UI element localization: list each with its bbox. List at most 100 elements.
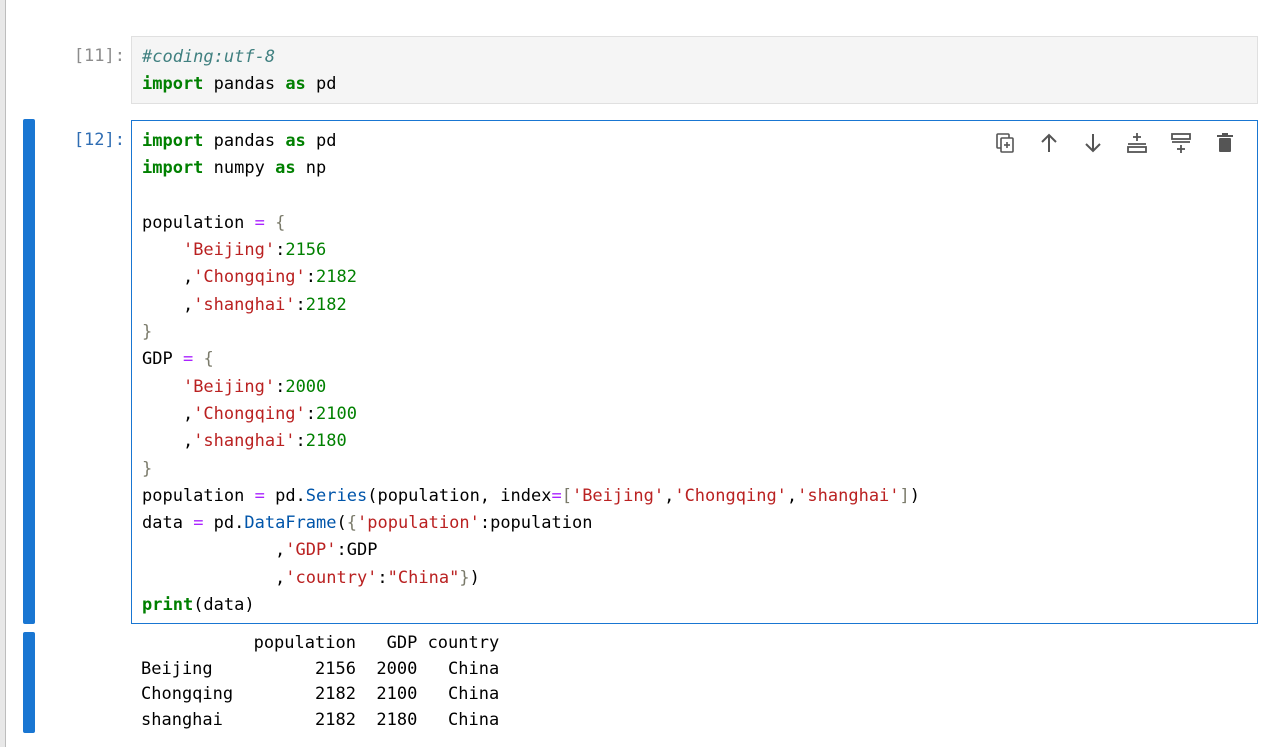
arrow-up-icon bbox=[1041, 133, 1057, 152]
code-token: pandas bbox=[203, 131, 286, 151]
notebook-cell-12[interactable]: [12]: import pandas as pd import numpy a… bbox=[0, 119, 1271, 733]
code-token: , bbox=[142, 540, 286, 561]
code-token: 'Chongqing' bbox=[193, 267, 306, 288]
code-token: 2182 bbox=[316, 267, 357, 288]
code-token: , bbox=[142, 294, 194, 315]
code-token: np bbox=[295, 158, 327, 179]
code-token: = bbox=[254, 485, 265, 506]
code-token: :GDP bbox=[336, 540, 378, 561]
code-token: 2182 bbox=[305, 294, 347, 315]
code-line: ,'country':"China"}) bbox=[142, 568, 480, 588]
insert-below-button[interactable] bbox=[1163, 129, 1199, 157]
move-down-button[interactable] bbox=[1075, 129, 1111, 157]
code-token: pd. bbox=[203, 513, 245, 534]
code-line: population = { bbox=[142, 213, 285, 233]
output-collapser[interactable] bbox=[23, 632, 35, 733]
code-line: ,'GDP':GDP bbox=[142, 540, 377, 560]
insert-above-icon bbox=[1127, 133, 1147, 153]
code-token: 'Beijing' bbox=[571, 485, 665, 506]
code-line: ,'Chongqing':2182 bbox=[142, 267, 357, 287]
code-token: } bbox=[142, 458, 153, 479]
code-line: import pandas as pd bbox=[142, 131, 337, 151]
code-token: 'Chongqing' bbox=[193, 403, 306, 424]
code-token: :population bbox=[479, 513, 593, 534]
move-up-button[interactable] bbox=[1031, 129, 1067, 157]
code-token: (data) bbox=[193, 595, 255, 616]
trash-icon bbox=[1217, 133, 1233, 152]
code-token: 2000 bbox=[285, 376, 327, 397]
code-token: , bbox=[142, 431, 194, 452]
code-token: 'shanghai' bbox=[797, 485, 900, 506]
duplicate-cell-button[interactable] bbox=[987, 129, 1023, 157]
code-token: , bbox=[142, 267, 194, 288]
cell-output: population GDP country Beijing 2156 2000… bbox=[131, 631, 509, 733]
code-token: , bbox=[786, 485, 798, 506]
output-line: Beijing 2156 2000 China bbox=[141, 658, 500, 679]
code-token: = bbox=[254, 212, 265, 233]
input-collapser[interactable] bbox=[23, 119, 35, 624]
code-token: 'Beijing' bbox=[182, 376, 276, 397]
code-token: = bbox=[182, 349, 194, 370]
code-token: ] bbox=[899, 485, 910, 506]
code-token: , bbox=[142, 567, 286, 588]
code-line: GDP = { bbox=[142, 349, 214, 369]
code-token: = bbox=[551, 485, 562, 506]
code-content[interactable]: #coding:utf-8 import pandas as pd bbox=[132, 37, 1257, 106]
code-token: 'country' bbox=[285, 567, 378, 588]
code-token: { bbox=[275, 212, 286, 233]
code-token: (population, index bbox=[367, 485, 552, 506]
code-token: : bbox=[305, 267, 317, 288]
code-editor[interactable]: import pandas as pd import numpy as np p… bbox=[131, 120, 1258, 624]
insert-below-icon bbox=[1171, 133, 1191, 153]
code-token: 'Beijing' bbox=[182, 240, 276, 261]
code-token: pd bbox=[305, 131, 337, 151]
code-token: DataFrame bbox=[244, 513, 337, 534]
code-line: print(data) bbox=[142, 595, 255, 615]
code-line: } bbox=[142, 459, 152, 479]
output-line: Chongqing 2182 2100 China bbox=[141, 684, 500, 704]
code-line: } bbox=[142, 322, 152, 342]
code-token: data bbox=[142, 513, 194, 534]
code-token: #coding:utf-8 bbox=[142, 47, 276, 67]
code-token: = bbox=[193, 513, 204, 534]
code-line: 'Beijing':2000 bbox=[142, 377, 326, 397]
code-token: 2100 bbox=[316, 403, 357, 424]
code-token: import bbox=[142, 158, 204, 179]
code-token: } bbox=[142, 322, 153, 343]
code-line: ,'shanghai':2182 bbox=[142, 295, 347, 315]
cell-prompt: [12]: bbox=[73, 130, 125, 150]
code-token: : bbox=[295, 431, 306, 452]
code-token: [ bbox=[561, 485, 572, 506]
code-token: import bbox=[142, 74, 204, 95]
notebook-cell-11[interactable]: [11]: #coding:utf-8 import pandas as pd bbox=[0, 36, 1271, 104]
code-token: pandas bbox=[203, 74, 286, 95]
code-token: : bbox=[275, 240, 286, 261]
code-token: "China" bbox=[387, 567, 460, 588]
code-token: numpy bbox=[203, 158, 276, 179]
delete-cell-button[interactable] bbox=[1207, 129, 1243, 157]
code-token: { bbox=[346, 513, 358, 534]
code-token: 'shanghai' bbox=[193, 294, 296, 315]
code-token: 'Chongqing' bbox=[674, 485, 787, 506]
code-token: GDP bbox=[142, 349, 183, 370]
code-token: Series bbox=[305, 485, 368, 506]
code-token: : bbox=[305, 403, 317, 424]
insert-above-button[interactable] bbox=[1119, 129, 1155, 157]
code-line: import numpy as np bbox=[142, 158, 326, 178]
code-line: population = pd.Series(population, index… bbox=[142, 486, 920, 506]
code-content[interactable]: import pandas as pd import numpy as np p… bbox=[132, 121, 1257, 626]
code-line: ,'shanghai':2180 bbox=[142, 431, 347, 451]
code-token: population bbox=[142, 212, 255, 233]
code-editor[interactable]: #coding:utf-8 import pandas as pd bbox=[131, 36, 1258, 104]
code-token: 'GDP' bbox=[285, 540, 337, 561]
code-token: 2156 bbox=[285, 240, 327, 261]
code-token: , bbox=[142, 403, 194, 424]
copy-icon bbox=[996, 133, 1014, 153]
code-token: ( bbox=[336, 513, 347, 534]
code-token: ) bbox=[909, 485, 921, 506]
output-line: shanghai 2182 2180 China bbox=[141, 709, 500, 730]
code-token: ) bbox=[469, 567, 480, 588]
